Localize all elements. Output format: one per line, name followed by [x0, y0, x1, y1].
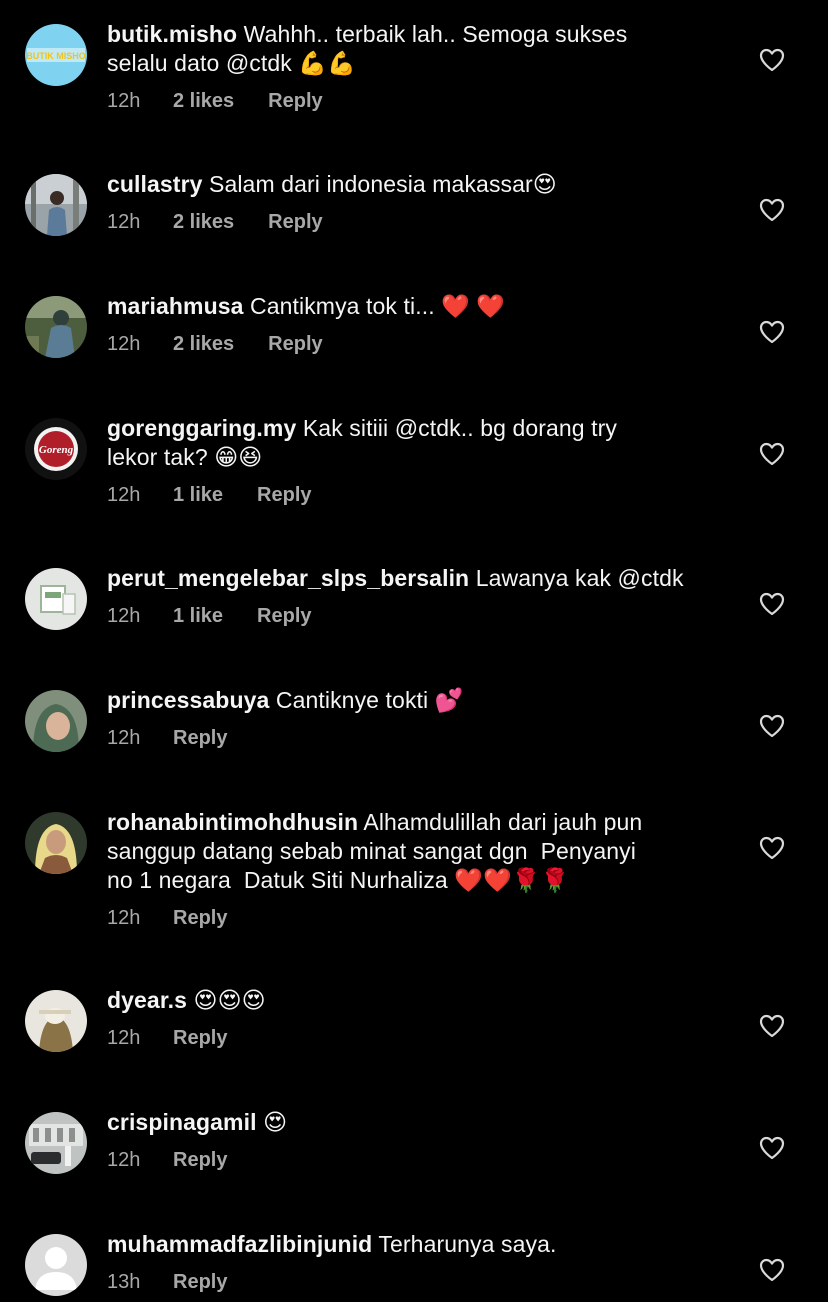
comment-body: 😍😍😍 — [193, 987, 266, 1013]
comment-time: 12h — [107, 90, 141, 112]
reply-button[interactable]: Reply — [173, 1270, 227, 1294]
comment-meta: 12h Reply — [107, 906, 717, 930]
comment-meta: 12h Reply — [107, 1026, 717, 1050]
heart-icon[interactable] — [759, 1136, 785, 1160]
avatar[interactable] — [25, 1234, 87, 1296]
avatar-logo-text: BUTIK MISHO — [26, 51, 86, 61]
reply-button[interactable]: Reply — [173, 726, 227, 750]
heart-icon[interactable] — [759, 836, 785, 860]
avatar[interactable] — [25, 812, 87, 874]
reply-button[interactable]: Reply — [173, 1148, 227, 1172]
avatar[interactable] — [25, 990, 87, 1052]
reply-button[interactable]: Reply — [268, 89, 322, 113]
comment-text: muhammadfazlibinjunid Terharunya saya. — [107, 1230, 717, 1259]
comment-username[interactable]: dyear.s — [107, 987, 187, 1013]
comment-likes[interactable]: 2 likes — [173, 332, 234, 356]
avatar-logo-text: Goreng — [39, 444, 74, 456]
heart-icon[interactable] — [759, 714, 785, 738]
avatar[interactable] — [25, 568, 87, 630]
comment-text: dyear.s 😍😍😍 — [107, 986, 717, 1015]
comment-username[interactable]: rohanabintimohdhusin — [107, 809, 358, 835]
comment-meta: 12h Reply — [107, 726, 717, 750]
reply-button[interactable]: Reply — [173, 1026, 227, 1050]
heart-icon[interactable] — [759, 592, 785, 616]
comment-meta: 12h 2 likes Reply — [107, 89, 717, 113]
comment-meta: 12h 2 likes Reply — [107, 210, 717, 234]
comment-meta: 12h 2 likes Reply — [107, 332, 717, 356]
heart-icon[interactable] — [759, 198, 785, 222]
comment-body: Terharunya saya. — [378, 1231, 557, 1257]
comment-meta: 12h 1 like Reply — [107, 604, 717, 628]
reply-button[interactable]: Reply — [257, 483, 311, 507]
reply-button[interactable]: Reply — [173, 906, 227, 930]
avatar[interactable] — [25, 690, 87, 752]
comment-meta: 13h Reply — [107, 1270, 717, 1294]
avatar[interactable]: BUTIK MISHO — [25, 24, 87, 86]
reply-button[interactable]: Reply — [268, 332, 322, 356]
heart-icon[interactable] — [759, 48, 785, 72]
reply-button[interactable]: Reply — [268, 210, 322, 234]
comment-time: 12h — [107, 333, 141, 355]
heart-icon[interactable] — [759, 320, 785, 344]
comment-time: 13h — [107, 1271, 141, 1293]
comment-meta: 12h Reply — [107, 1148, 717, 1172]
comment-time: 12h — [107, 1149, 141, 1171]
comment-text: gorenggaring.my Kak sitiii @ctdk.. bg do… — [107, 414, 717, 472]
comment-likes[interactable]: 1 like — [173, 483, 223, 507]
comment-time: 12h — [107, 727, 141, 749]
comment-time: 12h — [107, 1027, 141, 1049]
comment-body: Lawanya kak @ctdk — [475, 565, 684, 591]
comment-text: rohanabintimohdhusin Alhamdulillah dari … — [107, 808, 717, 895]
heart-icon[interactable] — [759, 1014, 785, 1038]
comment-time: 12h — [107, 484, 141, 506]
comment-text: princessabuya Cantiknye tokti 💕 — [107, 686, 717, 715]
comment-text: mariahmusa Cantikmya tok ti... ❤️ ❤️ — [107, 292, 717, 321]
comment-username[interactable]: princessabuya — [107, 687, 269, 713]
avatar[interactable]: Goreng — [25, 418, 87, 480]
comment-text: butik.misho Wahhh.. terbaik lah.. Semoga… — [107, 20, 717, 78]
comment-username[interactable]: butik.misho — [107, 21, 237, 47]
comment-likes[interactable]: 1 like — [173, 604, 223, 628]
comment-likes[interactable]: 2 likes — [173, 89, 234, 113]
comment-username[interactable]: muhammadfazlibinjunid — [107, 1231, 372, 1257]
avatar[interactable] — [25, 1112, 87, 1174]
comment-text: perut_mengelebar_slps_bersalin Lawanya k… — [107, 564, 717, 593]
heart-icon[interactable] — [759, 1258, 785, 1282]
comment-username[interactable]: crispinagamil — [107, 1109, 257, 1135]
comment-time: 12h — [107, 907, 141, 929]
reply-button[interactable]: Reply — [257, 604, 311, 628]
comment-text: cullastry Salam dari indonesia makassar😍 — [107, 170, 717, 199]
comment-username[interactable]: mariahmusa — [107, 293, 244, 319]
comment-body: 😍 — [263, 1109, 288, 1135]
comment-body: Cantikmya tok ti... ❤️ ❤️ — [250, 293, 506, 319]
comment-username[interactable]: gorenggaring.my — [107, 415, 296, 441]
comment-likes[interactable]: 2 likes — [173, 210, 234, 234]
comment-time: 12h — [107, 605, 141, 627]
default-avatar-icon — [25, 1234, 87, 1296]
avatar[interactable] — [25, 174, 87, 236]
comment-time: 12h — [107, 211, 141, 233]
comment-body: Salam dari indonesia makassar😍 — [209, 171, 557, 197]
comment-body: Cantiknye tokti 💕 — [275, 687, 464, 713]
comment-username[interactable]: perut_mengelebar_slps_bersalin — [107, 565, 469, 591]
comment-text: crispinagamil 😍 — [107, 1108, 717, 1137]
heart-icon[interactable] — [759, 442, 785, 466]
comment-meta: 12h 1 like Reply — [107, 483, 717, 507]
avatar[interactable] — [25, 296, 87, 358]
comment-username[interactable]: cullastry — [107, 171, 203, 197]
